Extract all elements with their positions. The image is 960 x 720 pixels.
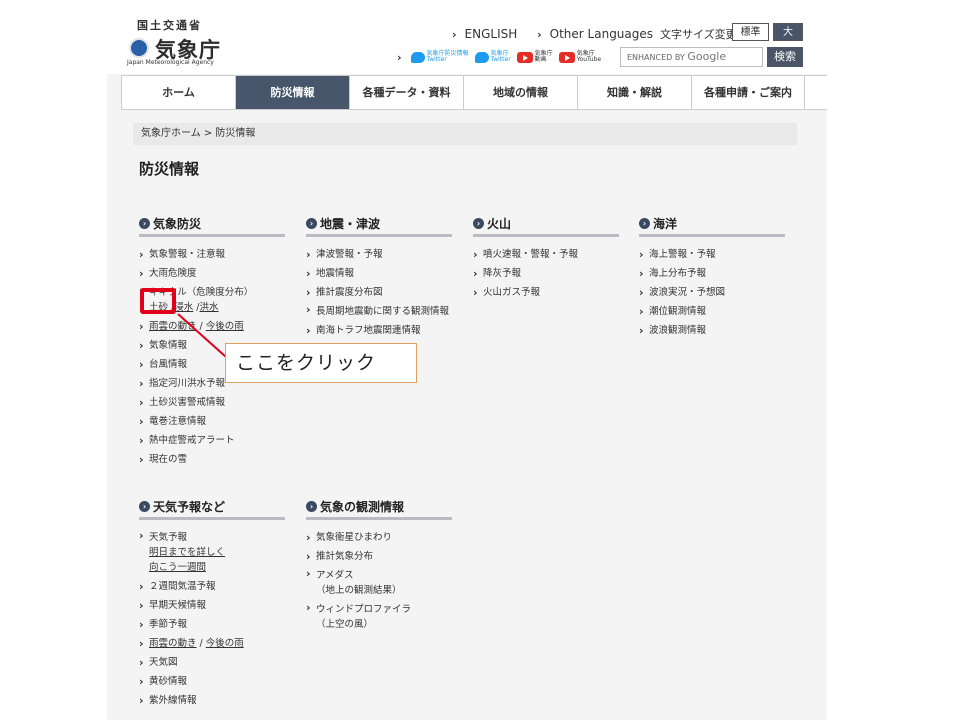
callout-label: ここをクリック [225, 343, 417, 383]
callout-arrow-icon [177, 313, 227, 358]
